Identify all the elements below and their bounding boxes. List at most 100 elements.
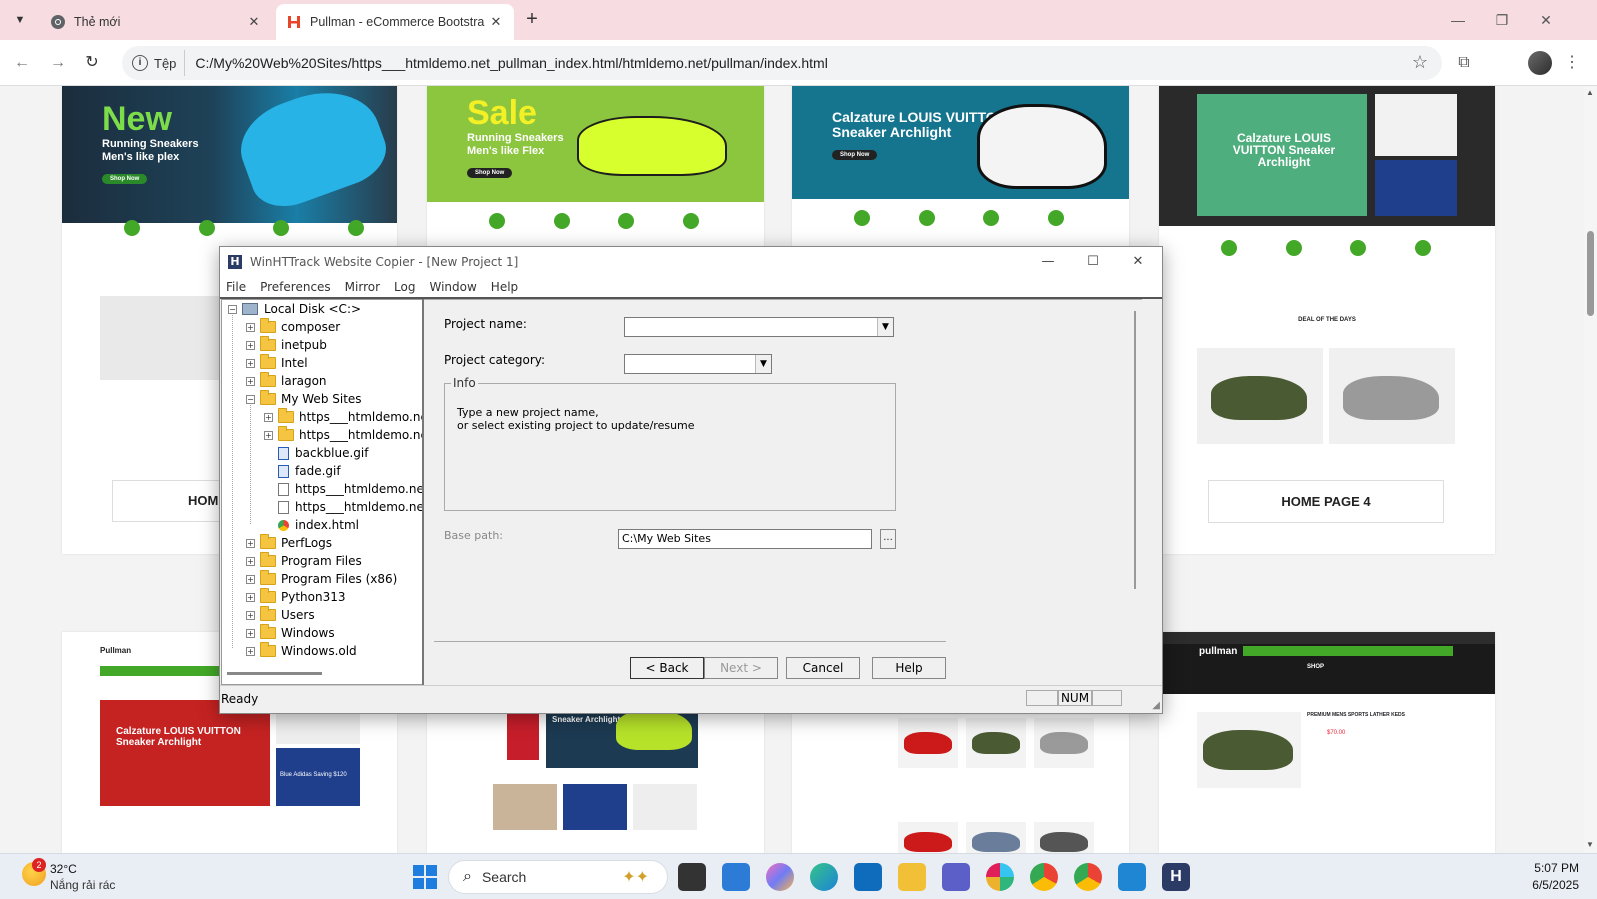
close-window-button[interactable]: ✕ [1524,6,1568,34]
collapse-icon[interactable]: − [228,305,237,314]
file-explorer-icon[interactable] [898,863,926,891]
close-window-button[interactable]: ✕ [1116,249,1160,275]
system-clock[interactable]: 5:07 PM 6/5/2025 [1532,860,1579,894]
edge-browser-icon[interactable] [810,863,838,891]
tree-item[interactable]: Users [260,606,315,624]
minimize-button[interactable]: — [1026,249,1070,275]
collapse-icon[interactable]: − [246,395,255,404]
resize-grip-icon[interactable]: ◢ [1152,700,1160,711]
tree-item[interactable]: laragon [260,372,327,390]
reload-icon[interactable]: ↻ [80,51,104,75]
shop-now-button[interactable]: Shop Now [832,150,878,160]
tree-item[interactable]: Program Files (x86) [260,570,397,588]
site-info-chip[interactable]: i Tệp [128,50,186,76]
tree-item[interactable]: Windows.old [260,642,357,660]
tab-search-button[interactable]: ▼ [8,8,32,32]
windows-start-icon[interactable] [413,865,437,889]
demo-card-8[interactable]: pullman SHOP PREMIUM MENS SPORTS LATHER … [1159,632,1495,853]
outlook-icon[interactable] [854,863,882,891]
demo-card-4[interactable]: Calzature LOUIS VUITTON Sneaker Archligh… [1159,86,1495,554]
tab-new-tab[interactable]: Thẻ mới ✕ [40,4,272,40]
scroll-up-icon[interactable]: ▲ [1586,88,1594,97]
forward-arrow-icon[interactable]: → [46,51,70,75]
menu-file[interactable]: File [226,280,246,294]
expand-icon[interactable]: + [246,629,255,638]
help-button[interactable]: Help [872,657,946,679]
panel-scrollbar[interactable] [1134,311,1136,589]
more-menu-icon[interactable]: ⋮ [1560,51,1584,75]
minimize-button[interactable]: — [1436,6,1480,34]
expand-icon[interactable]: + [246,557,255,566]
back-button[interactable]: < Back [630,657,704,679]
expand-icon[interactable]: + [246,647,255,656]
copilot-icon[interactable] [766,863,794,891]
base-path-input[interactable]: C:\My Web Sites [618,529,872,549]
expand-icon[interactable]: + [246,593,255,602]
expand-icon[interactable]: + [264,431,273,440]
project-category-combo[interactable]: ▼ [624,354,772,374]
new-tab-button[interactable]: + [520,8,544,32]
address-bar[interactable]: i Tệp C:/My%20Web%20Sites/https___htmlde… [122,46,1442,80]
chrome-icon[interactable] [1030,863,1058,891]
slack-icon[interactable] [986,863,1014,891]
tree-item[interactable]: Intel [260,354,308,372]
bookmark-star-icon[interactable]: ☆ [1412,52,1428,73]
project-name-combo[interactable]: ▼ [624,317,894,337]
scroll-thumb[interactable] [1587,231,1594,316]
chrome-profile-icon[interactable] [1074,863,1102,891]
expand-icon[interactable]: + [264,413,273,422]
tree-item[interactable]: https___htmldemo.net_ [278,408,423,426]
menu-help[interactable]: Help [491,280,518,294]
close-icon[interactable]: ✕ [246,14,262,30]
tab-pullman[interactable]: Pullman - eCommerce Bootstra ✕ [276,4,514,40]
home-page-button[interactable]: HOME PAGE 4 [1208,480,1444,523]
expand-icon[interactable]: + [246,377,255,386]
cancel-button[interactable]: Cancel [786,657,860,679]
tree-item[interactable]: https___htmldemo.net_ [278,426,423,444]
expand-icon[interactable]: + [246,539,255,548]
weather-widget[interactable]: 2 32°C Nắng rải rác [20,858,130,896]
tree-item[interactable]: My Web Sites [260,390,362,408]
expand-icon[interactable]: + [246,575,255,584]
tree-item[interactable]: Program Files [260,552,362,570]
teams-icon[interactable] [942,863,970,891]
httrack-app-icon[interactable]: H [1162,863,1190,891]
window-titlebar[interactable]: H WinHTTrack Website Copier - [New Proje… [220,247,1162,277]
tree-item-local-disk[interactable]: Local Disk <C:> [242,300,361,318]
tree-item[interactable]: backblue.gif [278,444,368,462]
expand-icon[interactable]: + [246,611,255,620]
browse-button[interactable]: ... [880,529,896,549]
profile-avatar[interactable] [1528,51,1552,75]
close-icon[interactable]: ✕ [488,14,504,30]
mail-app-icon[interactable] [722,863,750,891]
tree-item[interactable]: index.html [278,516,359,534]
menu-preferences[interactable]: Preferences [260,280,331,294]
tree-item[interactable]: fade.gif [278,462,341,480]
shop-now-button[interactable]: Shop Now [467,168,513,178]
tree-item[interactable]: composer [260,318,340,336]
taskbar-search[interactable]: ⌕ Search ✦✦ [448,860,668,894]
menu-window[interactable]: Window [429,280,476,294]
tree-item[interactable]: https___htmldemo.net_ [278,498,423,516]
dropdown-arrow-icon[interactable]: ▼ [877,318,893,336]
vscode-icon[interactable] [1118,863,1146,891]
maximize-button[interactable]: ☐ [1071,249,1115,275]
tree-item[interactable]: Python313 [260,588,346,606]
tree-item[interactable]: Windows [260,624,335,642]
tree-hscroll-thumb[interactable] [227,672,322,675]
extensions-icon[interactable]: ⧉ [1452,51,1476,75]
back-arrow-icon[interactable]: ← [10,51,34,75]
maximize-button[interactable]: ❐ [1480,6,1524,34]
expand-icon[interactable]: + [246,359,255,368]
page-scrollbar[interactable]: ▲ ▼ [1584,86,1597,853]
scroll-down-icon[interactable]: ▼ [1586,840,1594,849]
next-button[interactable]: Next > [704,657,778,679]
tree-item[interactable]: https___htmldemo.net_ [278,480,423,498]
tree-item[interactable]: PerfLogs [260,534,332,552]
expand-icon[interactable]: + [246,323,255,332]
tree-item[interactable]: inetpub [260,336,327,354]
folder-tree[interactable]: − Local Disk <C:> + composer + inetpub + Inte… [221,299,424,685]
dropdown-arrow-icon[interactable]: ▼ [755,355,771,373]
expand-icon[interactable]: + [246,341,255,350]
menu-log[interactable]: Log [394,280,415,294]
